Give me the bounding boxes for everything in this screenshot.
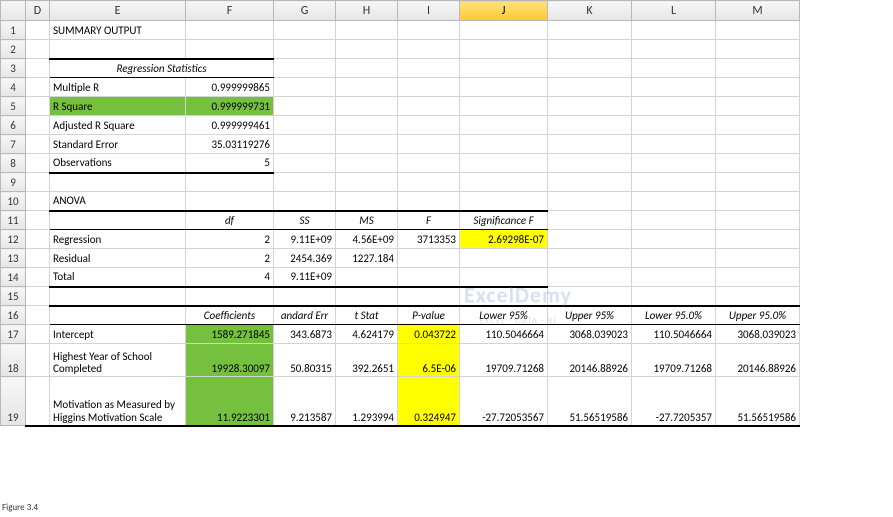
corner[interactable] (1, 1, 26, 21)
row-15[interactable]: 15 (1, 287, 26, 306)
row-18[interactable]: 18 (1, 344, 26, 377)
anova-h-df[interactable]: df (186, 211, 274, 230)
row-6[interactable]: 6 (1, 116, 26, 135)
row-2[interactable]: 2 (1, 40, 26, 59)
row-11[interactable]: 11 (1, 211, 26, 230)
col-headers[interactable]: D E F G H I J K L M (1, 1, 893, 21)
col-D[interactable]: D (26, 1, 50, 21)
anova-h-ss[interactable]: SS (274, 211, 336, 230)
coef-h-0[interactable]: Coefficients (186, 306, 274, 325)
anova-res-label[interactable]: Residual (50, 249, 186, 268)
row-13[interactable]: 13 (1, 249, 26, 268)
reg-stats-header[interactable]: Regression Statistics (50, 59, 274, 78)
col-K[interactable]: K (548, 1, 632, 21)
col-G[interactable]: G (274, 1, 336, 21)
anova-h-sig[interactable]: Significance F (460, 211, 548, 230)
multiple-r-label[interactable]: Multiple R (50, 78, 186, 97)
stderr-val[interactable]: 35.03119276 (186, 135, 274, 154)
obs-label[interactable]: Observations (50, 154, 186, 173)
col-H[interactable]: H (336, 1, 398, 21)
motivation-label[interactable]: Motivation as Measured by Higgins Motiva… (50, 377, 186, 426)
summary-title[interactable]: SUMMARY OUTPUT (50, 21, 186, 40)
row-7[interactable]: 7 (1, 135, 26, 154)
school-label[interactable]: Highest Year of School Completed (50, 344, 186, 377)
col-E[interactable]: E (50, 1, 186, 21)
coef-h-2[interactable]: t Stat (336, 306, 398, 325)
col-M[interactable]: M (716, 1, 800, 21)
anova-tot-label[interactable]: Total (50, 268, 186, 287)
col-J[interactable]: J (460, 1, 548, 21)
row-9[interactable]: 9 (1, 173, 26, 192)
multiple-r-val[interactable]: 0.999999865 (186, 78, 274, 97)
anova-reg-label[interactable]: Regression (50, 230, 186, 249)
anova-h-f[interactable]: F (398, 211, 460, 230)
spreadsheet-grid[interactable]: D E F G H I J K L M 1 SUMMARY OUTPUT 2 3 R… (0, 0, 893, 427)
row-4[interactable]: 4 (1, 78, 26, 97)
coef-h-5[interactable]: Upper 95% (548, 306, 632, 325)
row-10[interactable]: 10 (1, 192, 26, 211)
coef-h-3[interactable]: P-value (398, 306, 460, 325)
coef-h-6[interactable]: Lower 95.0% (632, 306, 716, 325)
anova-sig-f[interactable]: 2.69298E-07 (460, 230, 548, 249)
col-L[interactable]: L (632, 1, 716, 21)
row-1[interactable]: 1 (1, 21, 26, 40)
intercept-label[interactable]: Intercept (50, 325, 186, 344)
row-19[interactable]: 19 (1, 377, 26, 426)
adj-r-label[interactable]: Adjusted R Square (50, 116, 186, 135)
col-F[interactable]: F (186, 1, 274, 21)
figure-caption: Figure 3.4 (2, 502, 38, 513)
col-I[interactable]: I (398, 1, 460, 21)
row-5[interactable]: 5 (1, 97, 26, 116)
row-14[interactable]: 14 (1, 268, 26, 287)
obs-val[interactable]: 5 (186, 154, 274, 173)
coef-h-7[interactable]: Upper 95.0% (716, 306, 800, 325)
stderr-label[interactable]: Standard Error (50, 135, 186, 154)
row-16[interactable]: 16 (1, 306, 26, 325)
r-square-label[interactable]: R Square (50, 97, 186, 116)
adj-r-val[interactable]: 0.999999461 (186, 116, 274, 135)
row-17[interactable]: 17 (1, 325, 26, 344)
coef-h-4[interactable]: Lower 95% (460, 306, 548, 325)
row-8[interactable]: 8 (1, 154, 26, 173)
anova-h-ms[interactable]: MS (336, 211, 398, 230)
row-3[interactable]: 3 (1, 59, 26, 78)
coef-h-1[interactable]: andard Err (274, 306, 336, 325)
row-12[interactable]: 12 (1, 230, 26, 249)
anova-title[interactable]: ANOVA (50, 192, 186, 211)
r-square-val[interactable]: 0.999999731 (186, 97, 274, 116)
